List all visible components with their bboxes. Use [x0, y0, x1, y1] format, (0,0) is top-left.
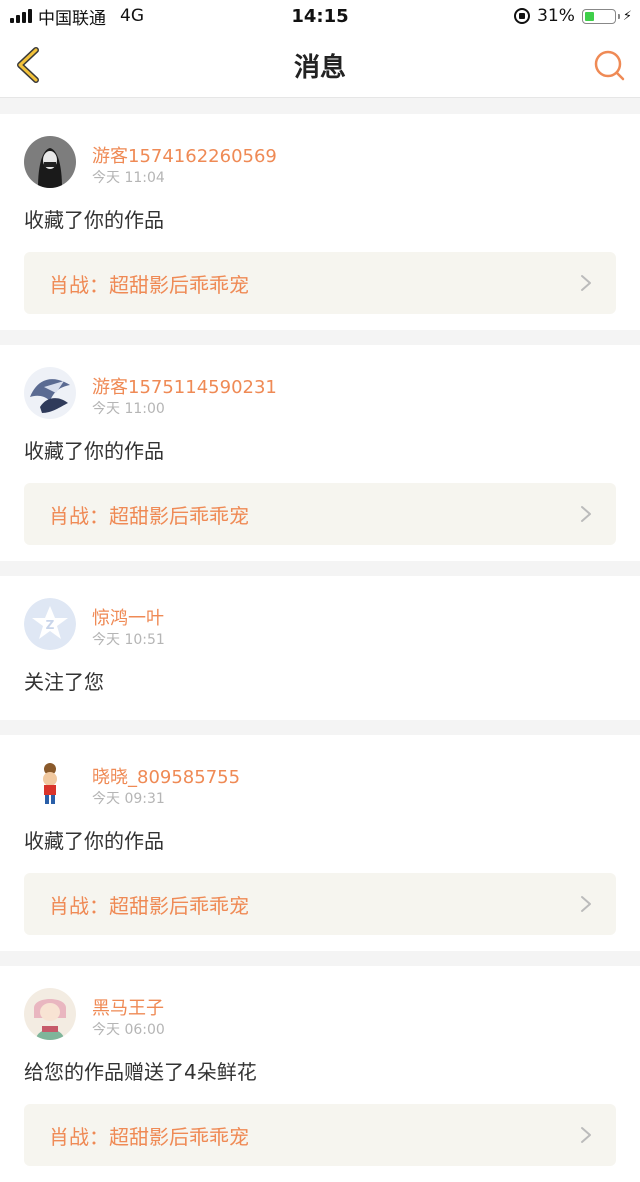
chevron-right-icon	[581, 506, 591, 522]
avatar[interactable]	[24, 367, 76, 419]
action-text: 收藏了你的作品	[24, 829, 164, 853]
work-title: 肖战：超甜影后乖乖宠	[49, 503, 249, 528]
username[interactable]: 晓晓_809585755	[92, 763, 240, 789]
message-time: 今天 11:04	[92, 170, 165, 186]
battery-icon	[581, 8, 620, 24]
username[interactable]: 游客1575114590231	[92, 373, 277, 399]
action-text: 收藏了你的作品	[24, 208, 164, 232]
work-link[interactable]: 肖战：超甜影后乖乖宠	[24, 252, 616, 314]
message-time: 今天 09:31	[92, 791, 165, 807]
avatar[interactable]	[24, 757, 76, 809]
battery-percent: 31%	[537, 6, 575, 26]
charging-icon: ⚡	[622, 8, 632, 24]
username[interactable]: 惊鸿一叶	[92, 604, 164, 630]
search-button[interactable]	[592, 48, 628, 84]
rotation-lock-icon	[514, 8, 531, 24]
chevron-right-icon	[581, 275, 591, 291]
message-item[interactable]: 游客1574162260569 今天 11:04 收藏了你的作品 肖战：超甜影后…	[0, 114, 640, 330]
message-time: 今天 06:00	[92, 1022, 165, 1038]
message-item[interactable]: Z 惊鸿一叶 今天 10:51 关注了您	[0, 576, 640, 720]
search-icon	[594, 50, 625, 81]
message-item[interactable]: 晓晓_809585755 今天 09:31 收藏了你的作品 肖战：超甜影后乖乖宠	[0, 735, 640, 951]
work-link[interactable]: 肖战：超甜影后乖乖宠	[24, 873, 616, 935]
avatar[interactable]: Z	[24, 598, 76, 650]
page-title: 消息	[293, 52, 346, 83]
work-title: 肖战：超甜影后乖乖宠	[49, 272, 249, 297]
work-link[interactable]: 肖战：超甜影后乖乖宠	[24, 1104, 616, 1166]
message-item[interactable]: 黑马王子 今天 06:00 给您的作品赠送了4朵鲜花 肖战：超甜影后乖乖宠	[0, 966, 640, 1182]
avatar[interactable]	[24, 988, 76, 1040]
action-text: 关注了您	[24, 670, 104, 694]
chevron-right-icon	[581, 896, 591, 912]
message-list: 游客1574162260569 今天 11:04 收藏了你的作品 肖战：超甜影后…	[0, 114, 640, 1182]
message-time: 今天 10:51	[92, 632, 165, 648]
username[interactable]: 游客1574162260569	[92, 142, 277, 168]
action-text: 收藏了你的作品	[24, 439, 164, 463]
message-time: 今天 11:00	[92, 401, 165, 417]
status-bar: 中国联通 4G 14:15 31% ⚡	[0, 0, 640, 32]
username[interactable]: 黑马王子	[92, 994, 164, 1020]
avatar[interactable]	[24, 136, 76, 188]
work-link[interactable]: 肖战：超甜影后乖乖宠	[24, 483, 616, 545]
back-button[interactable]	[10, 44, 50, 86]
nav-bar: 消息	[0, 32, 640, 98]
action-text: 给您的作品赠送了4朵鲜花	[24, 1060, 257, 1084]
status-right: 31% ⚡	[514, 0, 632, 32]
work-title: 肖战：超甜影后乖乖宠	[49, 893, 249, 918]
chevron-right-icon	[581, 1127, 591, 1143]
message-item[interactable]: 游客1575114590231 今天 11:00 收藏了你的作品 肖战：超甜影后…	[0, 345, 640, 561]
work-title: 肖战：超甜影后乖乖宠	[49, 1124, 249, 1149]
chevron-left-icon	[17, 47, 39, 83]
svg-text:Z: Z	[46, 618, 55, 632]
